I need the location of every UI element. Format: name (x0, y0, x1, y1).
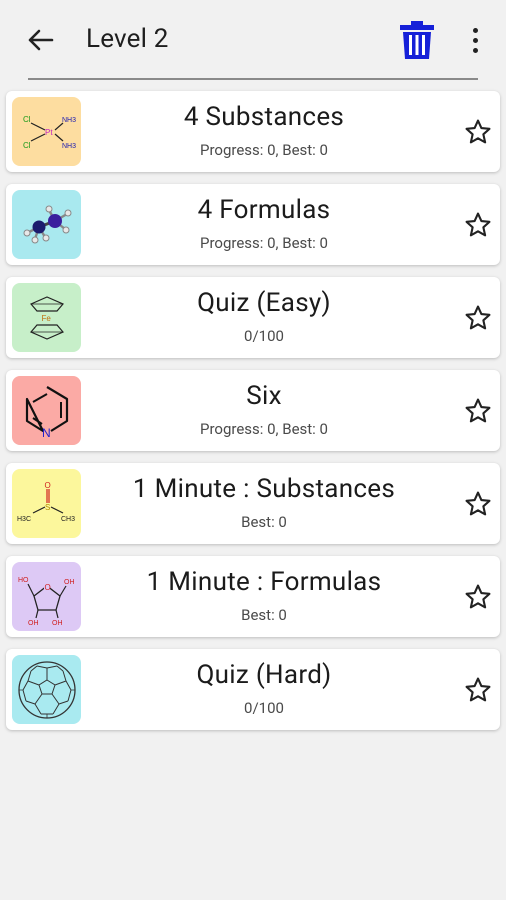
delete-button[interactable] (398, 20, 436, 60)
item-subtitle: Progress: 0, Best: 0 (200, 141, 328, 159)
platinum-complex-icon: Cl Cl Pt NH3 NH3 (12, 97, 81, 166)
ho-label: HO (18, 577, 29, 584)
list-item[interactable]: Fe Quiz (Easy) 0/100 (6, 277, 500, 358)
item-subtitle: Best: 0 (241, 513, 287, 531)
o-label: O (44, 481, 50, 490)
page-title: Level 2 (86, 24, 169, 54)
more-vert-icon (472, 27, 478, 33)
star-icon[interactable] (464, 490, 492, 518)
s-label: S (45, 503, 50, 512)
molecule-model-icon (12, 190, 81, 259)
trash-icon (400, 21, 434, 59)
header-divider (28, 78, 478, 80)
item-title: Quiz (Hard) (196, 660, 332, 690)
item-title: 4 Formulas (197, 195, 331, 225)
ribose-icon: O HO OH OH OH (12, 562, 81, 631)
nh3-label: NH3 (62, 143, 76, 150)
list-item[interactable]: N Six Progress: 0, Best: 0 (6, 370, 500, 451)
list-item[interactable]: Cl Cl Pt NH3 NH3 4 Substances Progress: … (6, 91, 500, 172)
item-title: 1 Minute : Formulas (146, 567, 382, 597)
oh-label: OH (52, 620, 63, 627)
list-item[interactable]: Quiz (Hard) 0/100 (6, 649, 500, 730)
pt-label: Pt (45, 128, 53, 137)
oh-label: OH (28, 620, 39, 627)
app-bar: Level 2 (0, 0, 506, 80)
star-icon[interactable] (464, 397, 492, 425)
arrow-left-icon (28, 29, 54, 51)
o-label: O (44, 583, 50, 592)
nh3-label: NH3 (62, 117, 76, 124)
n-label: N (42, 426, 51, 440)
item-subtitle: Progress: 0, Best: 0 (200, 420, 328, 438)
pyridine-icon: N (12, 376, 81, 445)
oh-label: OH (64, 579, 75, 586)
ch3-label: CH3 (61, 516, 75, 523)
item-subtitle: 0/100 (244, 327, 284, 345)
item-title: Six (246, 381, 282, 411)
list-item[interactable]: 4 Formulas Progress: 0, Best: 0 (6, 184, 500, 265)
star-icon[interactable] (464, 304, 492, 332)
star-icon[interactable] (464, 211, 492, 239)
item-title: Quiz (Easy) (197, 288, 331, 318)
fullerene-icon (12, 655, 81, 724)
item-title: 4 Substances (183, 102, 345, 132)
item-title: 1 Minute : Substances (132, 474, 396, 504)
item-subtitle: 0/100 (244, 699, 284, 717)
star-icon[interactable] (464, 118, 492, 146)
ferrocene-icon: Fe (12, 283, 81, 352)
more-options-button[interactable] (464, 24, 486, 56)
list-item[interactable]: O HO OH OH OH 1 Minute : Formulas Best: … (6, 556, 500, 637)
item-subtitle: Progress: 0, Best: 0 (200, 234, 328, 252)
h3c-label: H3C (17, 516, 31, 523)
back-button[interactable] (24, 26, 56, 54)
fe-label: Fe (41, 314, 51, 323)
cl-label: Cl (23, 141, 31, 150)
star-icon[interactable] (464, 583, 492, 611)
star-icon[interactable] (464, 676, 492, 704)
item-subtitle: Best: 0 (241, 606, 287, 624)
cl-label: Cl (23, 115, 31, 124)
list-item[interactable]: O S H3C CH3 1 Minute : Substances Best: … (6, 463, 500, 544)
dmso-icon: O S H3C CH3 (12, 469, 81, 538)
